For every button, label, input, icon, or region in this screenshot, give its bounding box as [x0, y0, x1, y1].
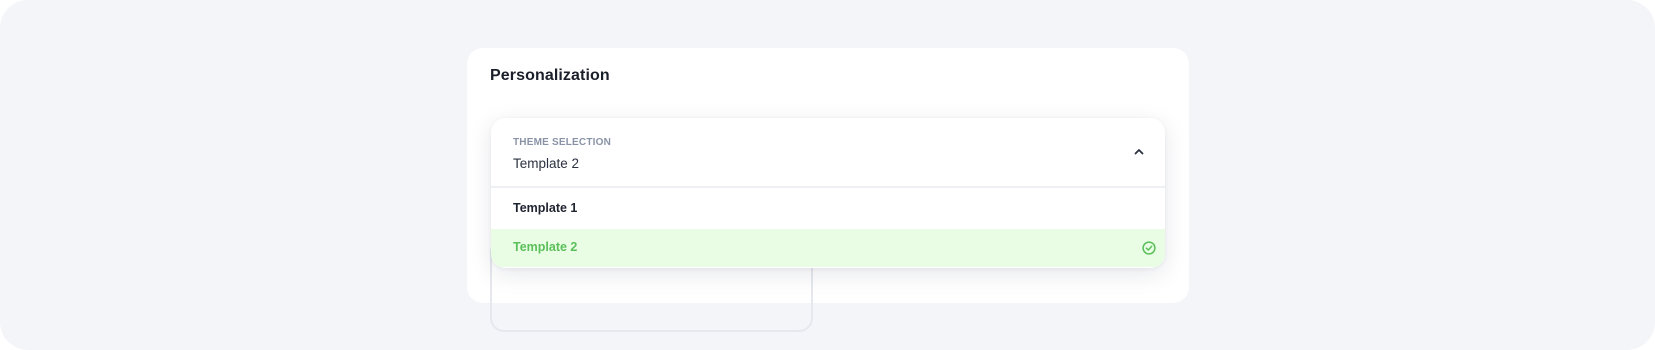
page-background: Personalization THEME SELECTION Template…	[0, 0, 1655, 350]
theme-select-trigger[interactable]: THEME SELECTION Template 2	[491, 118, 1165, 188]
card-title: Personalization	[490, 67, 610, 84]
theme-selection-dropdown: THEME SELECTION Template 2 Template 1 Te…	[491, 118, 1165, 268]
theme-select-value: Template 2	[513, 156, 580, 171]
chevron-up-icon[interactable]	[1133, 146, 1145, 156]
option-label: Template 2	[513, 240, 578, 254]
option-label: Template 1	[513, 201, 578, 215]
option-template-1[interactable]: Template 1	[491, 190, 1165, 228]
option-template-2[interactable]: Template 2	[491, 229, 1165, 267]
check-circle-icon	[1142, 241, 1156, 255]
theme-select-label: THEME SELECTION	[513, 137, 612, 148]
